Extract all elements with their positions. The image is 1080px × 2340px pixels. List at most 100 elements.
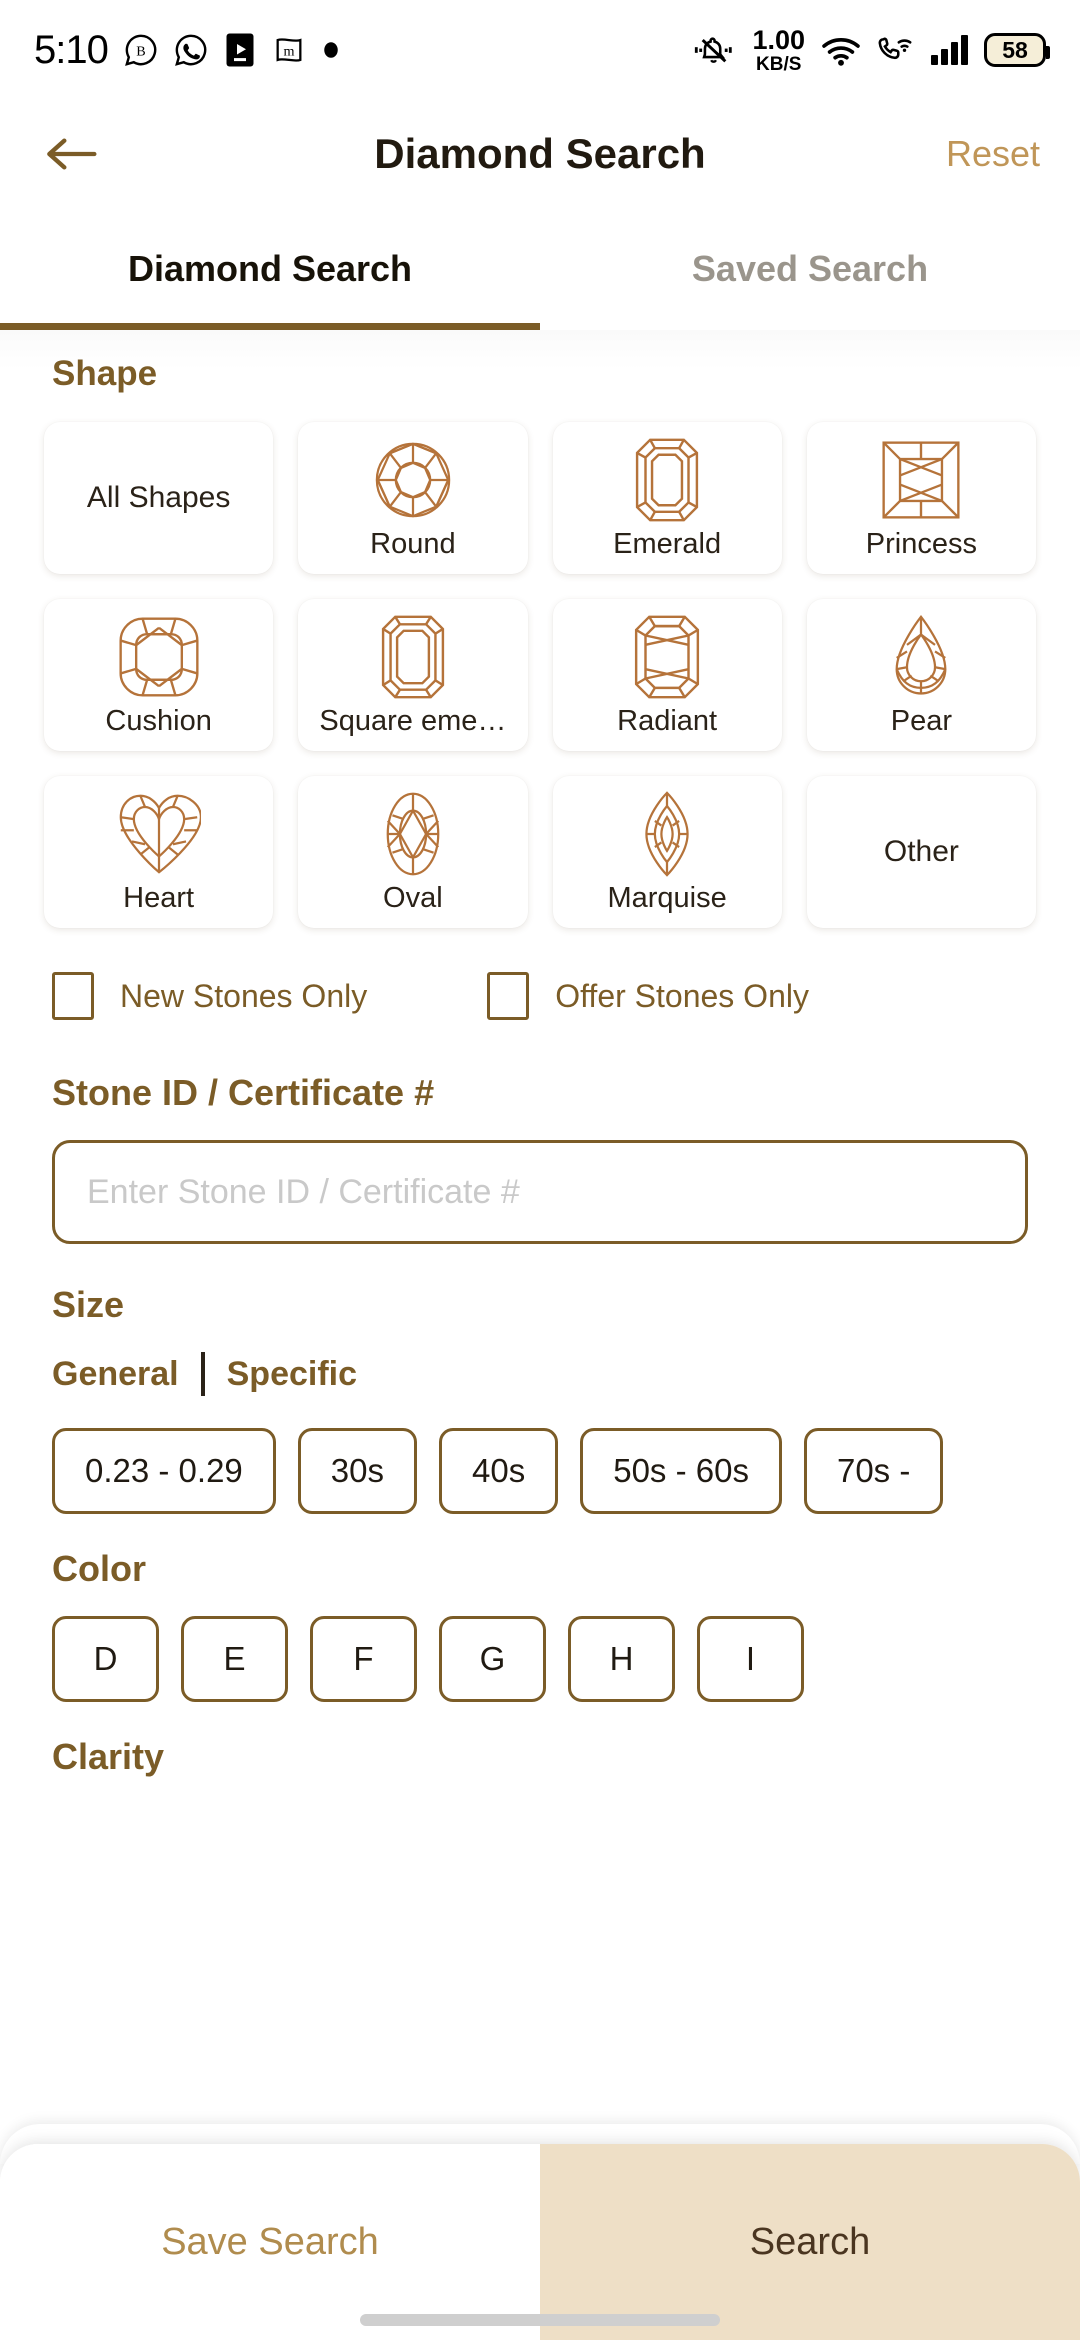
shape-card-marquise[interactable]: Marquise [552, 776, 782, 928]
bubble-b-icon: B [124, 33, 158, 67]
checkbox-box[interactable] [487, 972, 530, 1020]
shape-card-round[interactable]: Round [298, 422, 528, 574]
whatsapp-icon [174, 33, 208, 67]
tab-bar: Diamond Search Saved Search [0, 208, 1080, 330]
shape-label: Square eme… [319, 704, 507, 737]
shape-section-title: Shape [52, 354, 158, 393]
checkbox-box[interactable] [52, 972, 94, 1020]
color-chip[interactable]: F [310, 1616, 417, 1702]
net-speed-value: 1.00 [752, 24, 805, 55]
size-chip-row[interactable]: 0.23 - 0.29 30s 40s 50s - 60s 70s - [0, 1428, 1080, 1514]
shape-card-princess[interactable]: Princess [806, 422, 1036, 574]
filter-scroll-area[interactable]: Shape All Shapes Round Emerald Princess … [0, 330, 1080, 2340]
emerald-diamond-icon [632, 436, 702, 524]
battery-indicator: 58 [984, 33, 1050, 67]
stone-filter-checkboxes: New Stones Only Offer Stones Only [0, 928, 1080, 1020]
bottom-action-bar: Save Search Search [0, 2144, 1080, 2340]
size-mode-specific[interactable]: Specific [227, 1355, 357, 1394]
shape-label: Emerald [613, 527, 722, 560]
back-button[interactable] [40, 123, 102, 185]
shape-card-cushion[interactable]: Cushion [44, 599, 274, 751]
tab-saved-search[interactable]: Saved Search [540, 208, 1080, 330]
app-bar: Diamond Search Reset [0, 100, 1080, 208]
shape-label: Round [370, 527, 456, 560]
shape-card-other[interactable]: Other [806, 776, 1036, 928]
status-time: 5:10 [34, 27, 109, 72]
marquise-diamond-icon [642, 790, 692, 878]
svg-text:B: B [136, 44, 145, 60]
clarity-section: Clarity [0, 1736, 1080, 1778]
shape-label: Heart [123, 881, 195, 914]
heart-diamond-icon [117, 790, 201, 878]
cushion-diamond-icon [117, 613, 201, 701]
stone-id-section: Stone ID / Certificate # Enter Stone ID … [0, 1072, 1080, 1244]
size-chip[interactable]: 0.23 - 0.29 [52, 1428, 276, 1514]
status-bar-left: 5:10 B m [34, 28, 340, 73]
clarity-section-title: Clarity [52, 1736, 165, 1777]
color-chip[interactable]: I [697, 1616, 804, 1702]
app-screen: 5:10 B m 1.00 KB/S 58 Diamond Search Res… [0, 0, 1080, 2340]
page-title: Diamond Search [374, 130, 706, 177]
size-mode-divider [200, 1352, 205, 1396]
m-flag-icon: m [272, 33, 306, 67]
color-chip[interactable]: E [181, 1616, 288, 1702]
color-chip[interactable]: H [568, 1616, 675, 1702]
shape-card-oval[interactable]: Oval [298, 776, 528, 928]
shape-label: Princess [865, 527, 977, 560]
size-chip[interactable]: 50s - 60s [580, 1428, 782, 1514]
search-button[interactable]: Search [540, 2144, 1080, 2340]
stone-id-placeholder: Enter Stone ID / Certificate # [87, 1172, 520, 1211]
size-mode-general[interactable]: General [52, 1355, 179, 1394]
color-section-title: Color [52, 1548, 146, 1589]
checkbox-offer-stones-only[interactable]: Offer Stones Only [487, 972, 809, 1020]
net-speed-unit: KB/S [756, 53, 802, 75]
silent-bell-icon [692, 33, 736, 67]
reset-button[interactable]: Reset [946, 133, 1040, 175]
shape-label: All Shapes [86, 481, 231, 515]
shape-label: Oval [383, 881, 443, 914]
gesture-nav-bar [360, 2314, 720, 2326]
radiant-diamond-icon [632, 613, 702, 701]
color-chip-row[interactable]: D E F G H I [0, 1616, 1080, 1702]
call-wifi-icon [877, 33, 915, 67]
size-chip[interactable]: 30s [297, 1428, 417, 1514]
shape-label: Pear [890, 704, 952, 737]
square-emerald-diamond-icon [379, 613, 447, 701]
status-bar: 5:10 B m 1.00 KB/S 58 [0, 0, 1080, 100]
shape-label: Other [883, 835, 959, 868]
size-chip[interactable]: 40s [439, 1428, 559, 1514]
princess-diamond-icon [880, 436, 962, 524]
shape-card-all-shapes[interactable]: All Shapes [44, 422, 274, 574]
arrow-left-icon [47, 138, 97, 170]
shape-card-emerald[interactable]: Emerald [552, 422, 782, 574]
stone-id-input[interactable]: Enter Stone ID / Certificate # [52, 1140, 1028, 1244]
shape-card-pear[interactable]: Pear [806, 599, 1036, 751]
size-mode-toggle: General Specific [52, 1352, 1028, 1396]
checkbox-new-stones-only[interactable]: New Stones Only [52, 972, 367, 1020]
shape-label: Cushion [105, 704, 212, 737]
save-search-button[interactable]: Save Search [0, 2144, 540, 2340]
size-section-title: Size [52, 1284, 125, 1325]
net-speed-indicator: 1.00 KB/S [752, 24, 805, 75]
svg-text:m: m [283, 44, 294, 60]
shape-grid: All Shapes Round Emerald Princess Cushio… [0, 394, 1080, 928]
round-diamond-icon [370, 436, 456, 524]
size-chip[interactable]: 70s - [803, 1428, 944, 1514]
checkbox-label: Offer Stones Only [555, 977, 809, 1014]
wifi-icon [821, 33, 861, 67]
tab-diamond-search[interactable]: Diamond Search [0, 208, 540, 330]
shape-card-radiant[interactable]: Radiant [552, 599, 782, 751]
status-bar-right: 1.00 KB/S 58 [692, 24, 1050, 75]
shape-card-square-emerald[interactable]: Square eme… [298, 599, 528, 751]
shape-card-heart[interactable]: Heart [44, 776, 274, 928]
signal-bars-icon [931, 35, 968, 65]
size-section: Size General Specific [0, 1284, 1080, 1396]
shape-label: Radiant [617, 704, 718, 737]
color-chip[interactable]: G [439, 1616, 546, 1702]
color-chip[interactable]: D [52, 1616, 159, 1702]
checkbox-label: New Stones Only [120, 977, 368, 1014]
color-section: Color [0, 1548, 1080, 1590]
oval-diamond-icon [383, 790, 443, 878]
shape-label: Marquise [607, 881, 727, 914]
pear-diamond-icon [890, 613, 952, 701]
